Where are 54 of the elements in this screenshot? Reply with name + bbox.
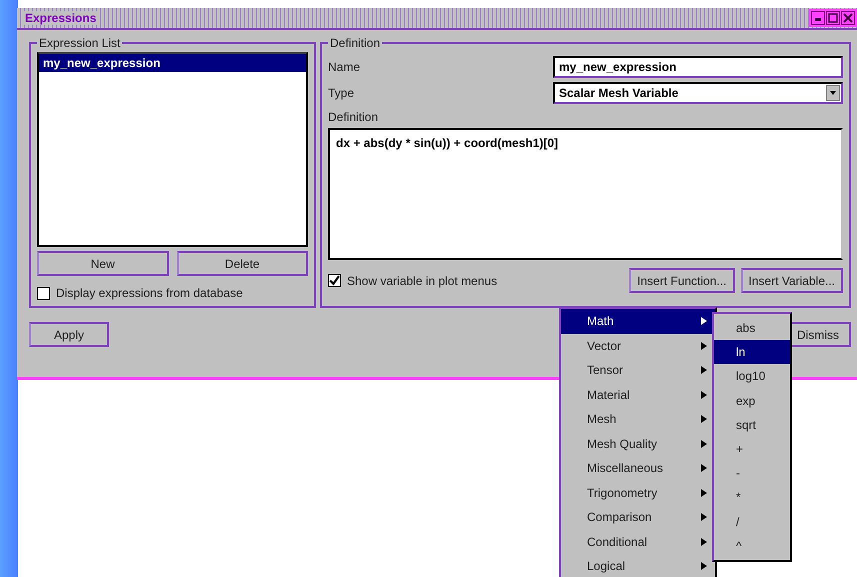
submenu-arrow-icon [701, 317, 707, 326]
field-label: Definition [328, 110, 380, 124]
submenu-arrow-icon [701, 538, 707, 546]
insert-function-button[interactable]: Insert Function... [629, 268, 735, 293]
submenu-arrow-icon [701, 366, 707, 374]
list-item[interactable]: my_new_expression [39, 54, 306, 72]
checkbox[interactable] [37, 286, 50, 300]
submenu-arrow-icon [701, 464, 707, 472]
menu-item[interactable]: + [714, 436, 790, 462]
menu-item[interactable]: ln [714, 340, 790, 364]
submenu-arrow-icon [701, 390, 707, 399]
menu-item[interactable]: ^ [714, 534, 790, 558]
submenu-arrow-icon [701, 513, 707, 522]
submenu-arrow-icon [701, 440, 707, 448]
submenu-arrow-icon [701, 488, 707, 497]
menu-item[interactable]: abs [714, 316, 790, 340]
menu-item[interactable]: Miscellaneous [561, 456, 715, 480]
checkbox-label: Display expressions from database [56, 286, 243, 300]
field-label: Type [328, 86, 354, 100]
submenu-arrow-icon [701, 415, 707, 424]
minimize-icon[interactable] [811, 11, 825, 25]
group-label: Definition [329, 36, 382, 50]
menu-item[interactable]: log10 [714, 364, 790, 389]
menu-item[interactable]: Vector [561, 334, 715, 358]
field-label: Name [328, 60, 360, 74]
submenu-arrow-icon [701, 342, 707, 350]
menu-item[interactable]: - [714, 461, 790, 486]
definition-text-area[interactable]: dx + abs(dy * sin(u)) + coord(mesh1)[0] [328, 128, 843, 260]
name-field[interactable]: my_new_expression [553, 56, 843, 78]
menu-item[interactable]: sqrt [714, 412, 790, 437]
menu-item[interactable]: Material [561, 382, 715, 407]
delete-button[interactable]: Delete [176, 251, 308, 276]
group-label: Expression List [38, 36, 122, 50]
menu-item[interactable]: Logical [561, 554, 715, 577]
menu-item[interactable]: Math [561, 309, 715, 334]
menu-item[interactable]: Conditional [561, 530, 715, 554]
apply-button[interactable]: Apply [29, 322, 109, 347]
close-icon[interactable] [841, 11, 855, 25]
maximize-icon[interactable] [826, 11, 840, 25]
submenu-arrow-icon [701, 562, 707, 570]
menu-item[interactable]: Trigonometry [561, 480, 715, 505]
menu-item[interactable]: Mesh [561, 407, 715, 432]
menu-item[interactable]: / [714, 510, 790, 534]
checkbox[interactable] [328, 274, 341, 287]
menu-item[interactable]: * [714, 485, 790, 510]
insert-variable-button[interactable]: Insert Variable... [740, 268, 843, 293]
new-button[interactable]: New [37, 251, 168, 276]
menu-item[interactable]: Comparison [561, 505, 715, 530]
menu-item[interactable]: exp [714, 388, 790, 413]
type-dropdown[interactable]: Scalar Mesh Variable [553, 82, 843, 104]
menu-item[interactable]: Tensor [561, 358, 715, 382]
menu-item[interactable]: Mesh Quality [561, 432, 715, 456]
expression-text: dx + abs(dy * sin(u)) + coord(mesh1)[0] [336, 136, 558, 150]
checkbox-label: Show variable in plot menus [347, 274, 498, 288]
